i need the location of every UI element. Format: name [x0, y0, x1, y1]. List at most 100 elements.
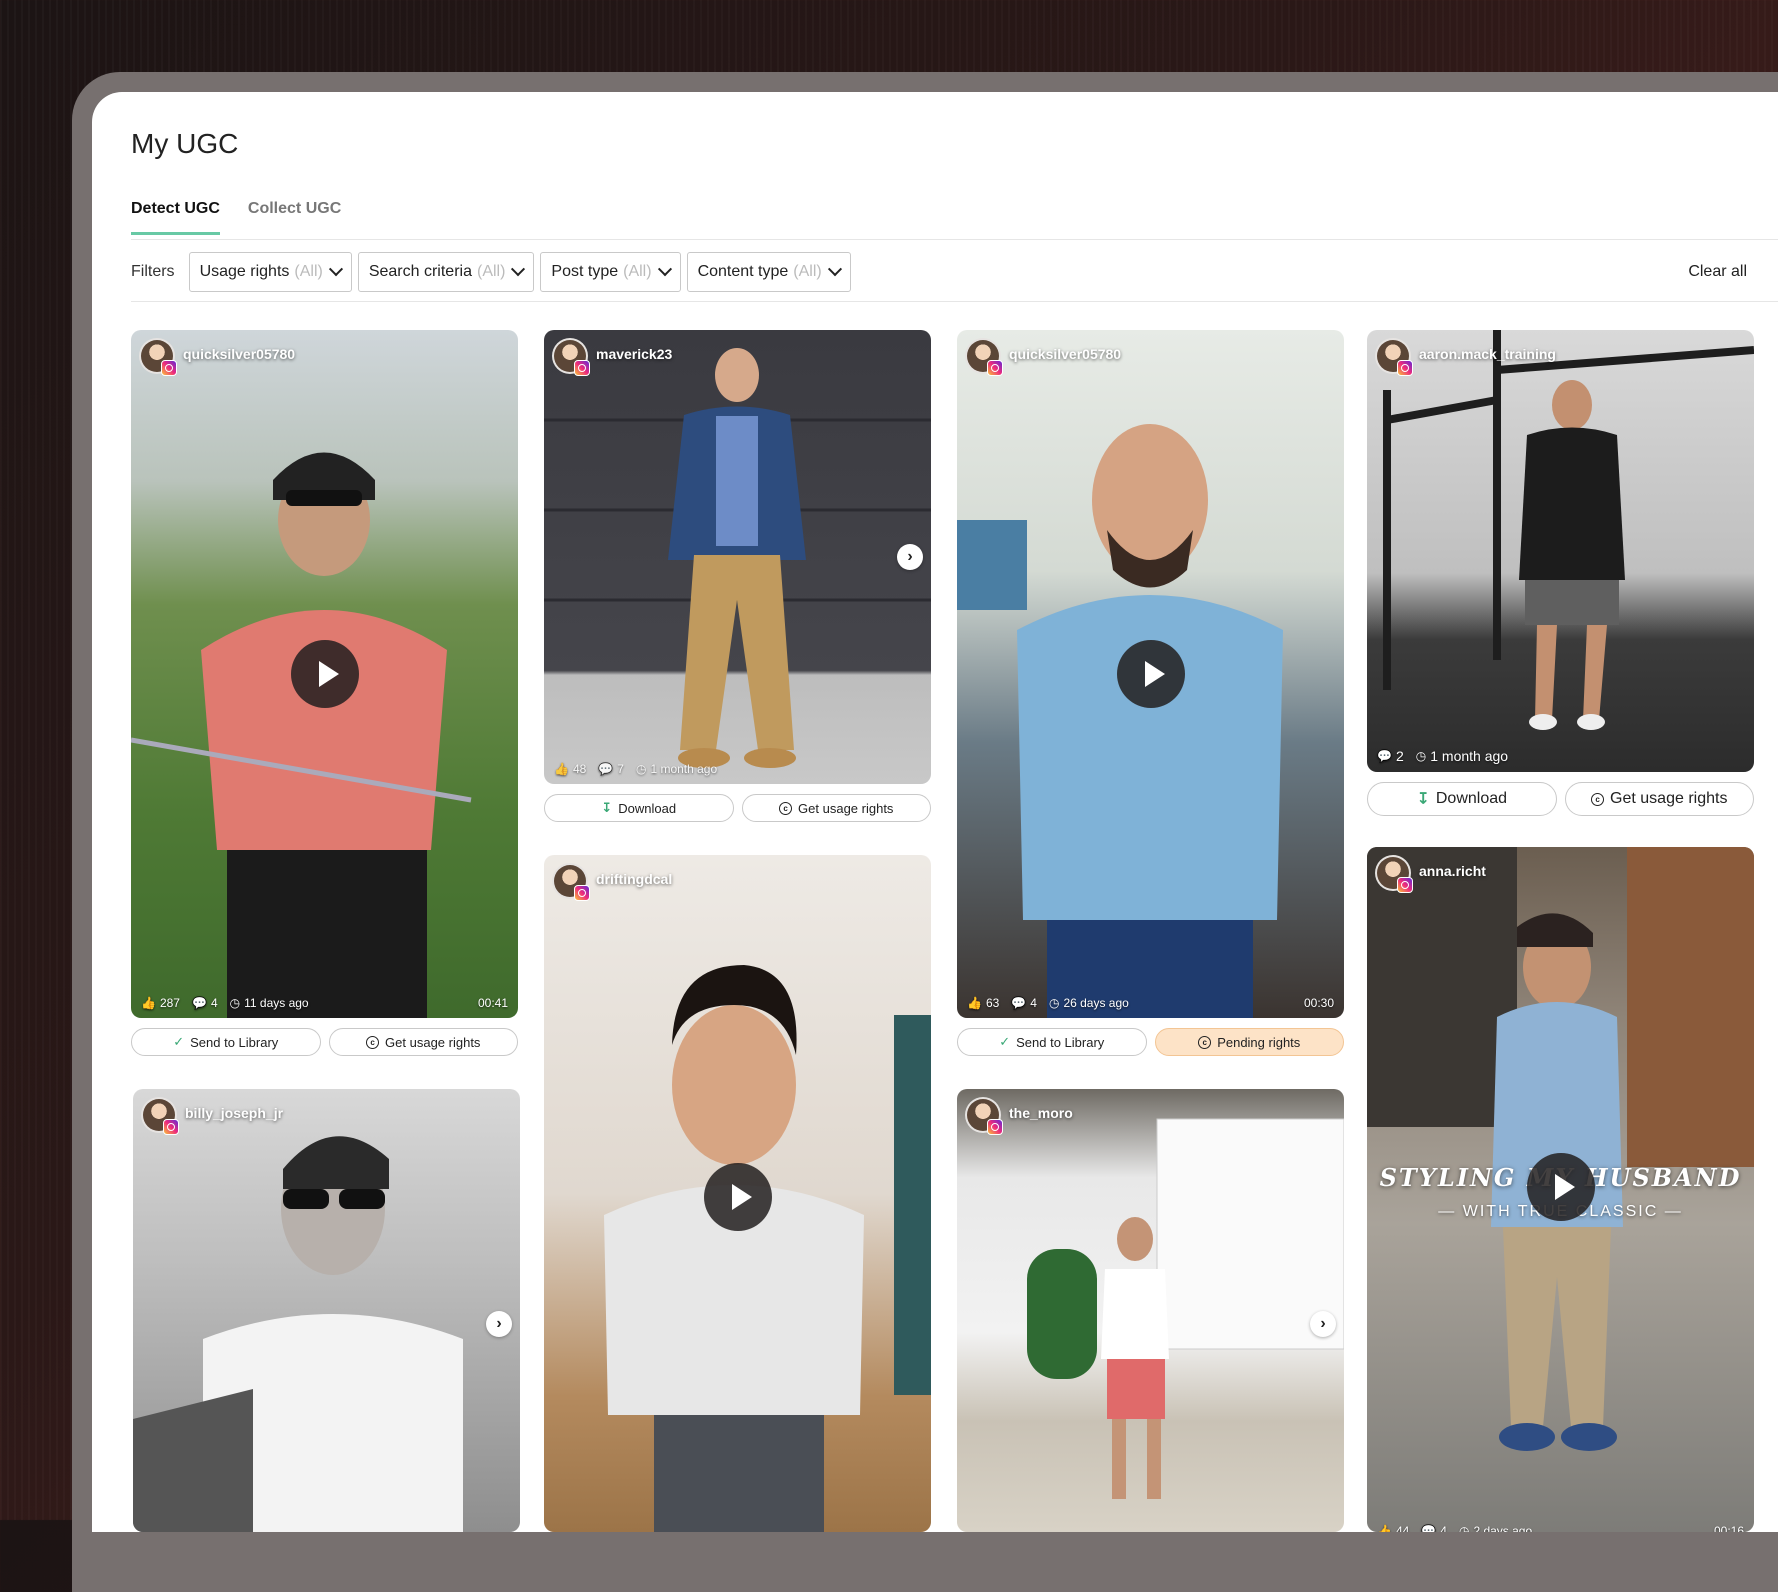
post-age: 1 month ago [1430, 748, 1509, 764]
tab-collect-ugc[interactable]: Collect UGC [248, 200, 341, 235]
download-button[interactable]: ↧ Download [1367, 782, 1557, 816]
page-title: My UGC [131, 128, 239, 159]
comment-icon: 💬 [598, 762, 614, 776]
ugc-card: billy_joseph_jr › [133, 1089, 520, 1532]
card-actions: ↧ Download c Get usage rights [544, 794, 931, 822]
instagram-icon [574, 885, 590, 901]
clear-all-button[interactable]: Clear all [1688, 263, 1747, 281]
copyright-icon: c [779, 801, 793, 815]
pending-rights-button[interactable]: c Pending rights [1154, 1028, 1344, 1056]
post-image[interactable]: billy_joseph_jr › [133, 1089, 520, 1532]
post-stats: 👍 44 💬 4 ◷ 2 days ago 00:16 [1377, 1524, 1744, 1532]
post-video[interactable]: driftingdcal [544, 855, 931, 1532]
post-handle[interactable]: quicksilver05780 [183, 346, 295, 362]
post-handle[interactable]: anna.richt [1419, 863, 1486, 879]
ugc-card: the_moro › [957, 1089, 1344, 1532]
ugc-card: anna.richt STYLING MY HUSBAND — WITH TRU… [1367, 847, 1754, 1532]
ugc-card: aaron.mack_training 💬 2 ◷ 1 month ago ↧ Dow… [1367, 330, 1754, 820]
instagram-icon [163, 1119, 179, 1135]
get-usage-rights-button[interactable]: c Get usage rights [328, 1028, 518, 1056]
filter-value: (All) [793, 263, 822, 280]
clock-icon: ◷ [229, 996, 241, 1010]
ugc-card: quicksilver05780 👍 63 💬 4 ◷ 26 days ago 00:… [957, 330, 1344, 1060]
copyright-icon: c [1591, 792, 1605, 806]
tab-divider [131, 239, 1778, 240]
video-duration: 00:41 [477, 996, 508, 1010]
post-video[interactable]: anna.richt STYLING MY HUSBAND — WITH TRU… [1367, 847, 1754, 1532]
instagram-icon [574, 360, 590, 376]
filter-label: Search criteria [368, 263, 472, 280]
download-button[interactable]: ↧ Download [544, 794, 734, 822]
post-stats: 💬 2 ◷ 1 month ago [1377, 748, 1744, 764]
comment-icon: 💬 [1011, 996, 1027, 1010]
person-illustration [544, 348, 931, 768]
button-label: Download [1435, 790, 1508, 807]
search-criteria-filter[interactable]: Search criteria (All) [357, 252, 535, 292]
instagram-icon [1397, 877, 1413, 893]
get-usage-rights-button[interactable]: c Get usage rights [741, 794, 931, 822]
chevron-right-icon[interactable]: › [897, 544, 923, 570]
tab-detect-ugc[interactable]: Detect UGC [131, 200, 220, 235]
video-duration: 00:30 [1303, 996, 1334, 1010]
button-label: Send to Library [1016, 1034, 1105, 1050]
button-label: Pending rights [1217, 1034, 1301, 1050]
button-label: Send to Library [190, 1034, 279, 1050]
post-type-filter[interactable]: Post type (All) [540, 252, 681, 292]
comments-count: 2 [1395, 748, 1404, 764]
thumbs-up-icon: 👍 [967, 996, 982, 1010]
post-handle[interactable]: driftingdcal [596, 871, 672, 887]
post-age: 26 days ago [1063, 996, 1129, 1010]
content-type-filter[interactable]: Content type (All) [686, 252, 851, 292]
chevron-down-icon [657, 262, 672, 277]
person-illustration [1027, 1118, 1344, 1499]
filters-label: Filters [131, 263, 175, 280]
post-handle[interactable]: quicksilver05780 [1009, 346, 1121, 362]
copyright-icon: c [366, 1035, 380, 1049]
likes-count: 48 [572, 762, 587, 776]
check-icon: ✓ [173, 1034, 185, 1049]
get-usage-rights-button[interactable]: c Get usage rights [1564, 782, 1754, 816]
app-window: My UGC Detect UGC Collect UGC Filters Us… [92, 92, 1778, 1532]
instagram-icon [1397, 360, 1413, 376]
filter-value: (All) [294, 263, 323, 280]
comments-count: 4 [1030, 996, 1037, 1010]
check-icon: ✓ [999, 1034, 1011, 1049]
post-handle[interactable]: maverick23 [596, 346, 672, 362]
post-image[interactable]: maverick23 › 👍 48 💬 7 ◷ 1 month ago [544, 330, 931, 784]
thumbs-up-icon: 👍 [1377, 1524, 1392, 1532]
post-video[interactable]: quicksilver05780 👍 63 💬 4 ◷ 26 days ago 00:… [957, 330, 1344, 1018]
thumbs-up-icon: 👍 [141, 996, 156, 1010]
filter-label: Usage rights [199, 263, 290, 280]
post-handle[interactable]: aaron.mack_training [1419, 346, 1556, 362]
button-label: Get usage rights [798, 800, 894, 816]
play-icon[interactable] [703, 1163, 772, 1231]
filter-label: Content type [697, 263, 789, 280]
button-label: Get usage rights [385, 1034, 481, 1050]
tab-bar: Detect UGC Collect UGC [131, 200, 341, 235]
clock-icon: ◷ [1415, 749, 1427, 763]
usage-rights-filter[interactable]: Usage rights (All) [188, 252, 352, 292]
ugc-card: driftingdcal [544, 855, 931, 1532]
download-icon: ↧ [601, 800, 613, 815]
post-image[interactable]: the_moro › [957, 1089, 1344, 1532]
clock-icon: ◷ [1048, 996, 1060, 1010]
send-to-library-button[interactable]: ✓ Send to Library [131, 1028, 321, 1056]
filter-divider [131, 301, 1778, 302]
post-image[interactable]: aaron.mack_training 💬 2 ◷ 1 month ago [1367, 330, 1754, 772]
post-video[interactable]: quicksilver05780 👍 287 💬 4 ◷ 11 days ago 00… [131, 330, 518, 1018]
play-icon[interactable] [1116, 640, 1185, 708]
post-age: 11 days ago [244, 996, 309, 1010]
instagram-icon [987, 1119, 1003, 1135]
play-icon[interactable] [1526, 1153, 1595, 1221]
person-illustration [133, 1136, 463, 1532]
filter-value: (All) [476, 263, 506, 280]
chevron-right-icon[interactable]: › [1310, 1311, 1336, 1337]
comments-count: 7 [617, 762, 624, 776]
chevron-right-icon[interactable]: › [486, 1311, 512, 1337]
play-icon[interactable] [290, 640, 359, 708]
comment-icon: 💬 [1421, 1524, 1437, 1532]
button-label: Download [618, 800, 677, 816]
post-handle[interactable]: billy_joseph_jr [185, 1105, 283, 1121]
post-handle[interactable]: the_moro [1009, 1105, 1073, 1121]
send-to-library-button[interactable]: ✓ Send to Library [957, 1028, 1147, 1056]
